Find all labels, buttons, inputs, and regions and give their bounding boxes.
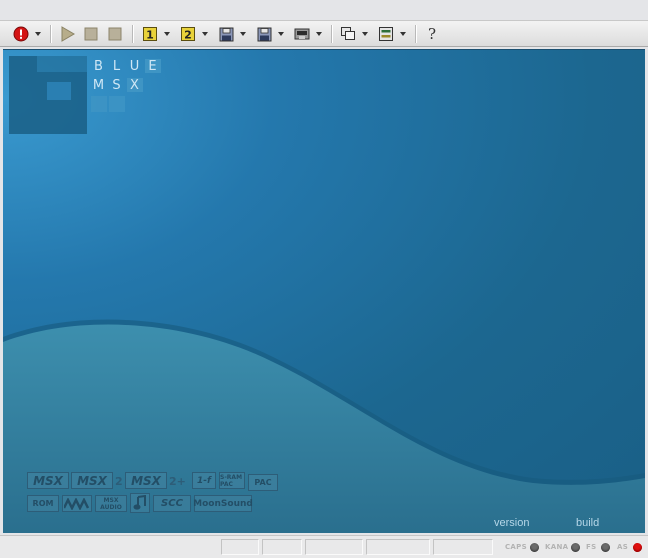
- cartridge-slot-2-button[interactable]: 2: [179, 25, 197, 43]
- msx-music-logo: [62, 495, 92, 512]
- scc-logo: SCC: [153, 495, 191, 512]
- svg-text:2: 2: [184, 29, 192, 42]
- cassette-button[interactable]: [293, 25, 311, 43]
- status-panel: [262, 539, 302, 555]
- logo-letter: S: [112, 77, 122, 93]
- sram-pac-logo: S-RAM PAC: [219, 472, 245, 489]
- as-led-icon: [633, 543, 642, 552]
- logo-letter: M: [92, 77, 106, 93]
- msx-audio-logo: MSX AUDIO: [95, 495, 127, 512]
- exclamation-icon: [13, 26, 29, 42]
- logo-letter: E: [145, 59, 161, 74]
- build-label: build: [576, 517, 600, 529]
- toolbar-separator: [132, 25, 133, 43]
- disk-drive-b-dropdown[interactable]: [277, 25, 285, 43]
- reset-dropdown[interactable]: [34, 25, 42, 43]
- supported-hardware-logos: MSX MSX 2 MSX 2+ 1-f S-RAM PAC PAC ROM M…: [27, 472, 287, 516]
- play-button[interactable]: [58, 25, 76, 43]
- waveform-icon: [64, 497, 90, 510]
- toolbar-separator: [50, 25, 51, 43]
- caps-led-icon: [530, 543, 539, 552]
- window-title-area: [0, 0, 648, 20]
- msx2plus-suffix: 2+: [169, 475, 186, 488]
- stop-button[interactable]: [106, 25, 124, 43]
- moonsound-logo: MoonSound: [193, 495, 253, 512]
- floppy-disk-icon: [257, 27, 271, 41]
- music-note-icon: [130, 493, 150, 513]
- version-label: version: [494, 517, 530, 529]
- logo-letter: X: [127, 78, 143, 93]
- pac-logo: PAC: [248, 474, 278, 491]
- logo-letter: B: [94, 58, 104, 74]
- stop-icon: [108, 27, 122, 41]
- cassette-dropdown[interactable]: [315, 25, 323, 43]
- reset-button[interactable]: [12, 25, 30, 43]
- svg-text:1: 1: [146, 29, 154, 42]
- window-size-button[interactable]: [339, 25, 357, 43]
- logo-letter: U: [129, 58, 141, 74]
- status-panel: [433, 539, 493, 555]
- kana-led-icon: [571, 543, 580, 552]
- cartridge-2-icon: 2: [181, 27, 195, 42]
- toolbar-separator: [331, 25, 332, 43]
- turbo-r-logo: 1-f: [192, 472, 216, 489]
- properties-icon: [379, 27, 393, 41]
- status-panel: [305, 539, 363, 555]
- cartridge-slot-1-button[interactable]: 1: [141, 25, 159, 43]
- cartridge-slot-2-dropdown[interactable]: [201, 25, 209, 43]
- as-label: AS: [617, 543, 629, 551]
- help-button[interactable]: ?: [423, 25, 441, 43]
- fs-led-icon: [601, 543, 610, 552]
- cassette-icon: [294, 28, 310, 40]
- properties-button[interactable]: [377, 25, 395, 43]
- msx2-suffix: 2: [115, 475, 123, 488]
- window-size-dropdown[interactable]: [361, 25, 369, 43]
- pause-button[interactable]: [82, 25, 100, 43]
- window-size-icon: [341, 27, 355, 40]
- msx-logo: MSX: [27, 472, 69, 489]
- status-panel: [366, 539, 430, 555]
- emulator-screen[interactable]: B L U E M S X MSX MSX 2 MSX 2+ 1-f S-RAM…: [3, 49, 645, 533]
- pause-icon: [84, 27, 98, 41]
- help-icon: ?: [427, 25, 437, 43]
- disk-drive-b-button[interactable]: [255, 25, 273, 43]
- cartridge-1-icon: 1: [143, 27, 157, 42]
- floppy-disk-icon: [219, 27, 233, 41]
- logo-letter: L: [112, 58, 122, 74]
- rom-logo: ROM: [27, 495, 59, 512]
- toolbar: 1 2 ?: [0, 20, 648, 47]
- fs-label: FS: [586, 543, 597, 551]
- disk-drive-a-button[interactable]: [217, 25, 235, 43]
- disk-drive-a-dropdown[interactable]: [239, 25, 247, 43]
- status-panel: [221, 539, 259, 555]
- bluemsx-logo: B L U E M S X: [9, 56, 169, 136]
- play-icon: [61, 26, 75, 42]
- caps-label: CAPS: [505, 543, 527, 551]
- toolbar-separator: [415, 25, 416, 43]
- status-bar: CAPS KANA FS AS: [0, 535, 648, 558]
- properties-dropdown[interactable]: [399, 25, 407, 43]
- cartridge-slot-1-dropdown[interactable]: [163, 25, 171, 43]
- kana-label: KANA: [545, 543, 569, 551]
- msx2plus-logo: MSX: [125, 472, 167, 489]
- msx2-logo: MSX: [71, 472, 113, 489]
